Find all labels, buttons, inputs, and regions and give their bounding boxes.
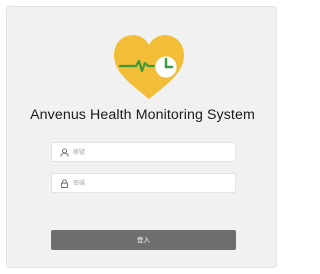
user-icon — [59, 147, 69, 157]
username-field[interactable] — [51, 142, 236, 162]
login-page: Anvenus Health Monitoring System 登入 — [0, 0, 283, 274]
username-input[interactable] — [73, 145, 233, 159]
login-button[interactable]: 登入 — [51, 230, 236, 250]
heart-clock-logo-icon — [114, 35, 184, 99]
login-card: Anvenus Health Monitoring System 登入 — [6, 6, 277, 268]
lock-icon — [59, 178, 69, 188]
password-field[interactable] — [51, 173, 236, 193]
password-input[interactable] — [73, 176, 233, 190]
app-title: Anvenus Health Monitoring System — [30, 107, 255, 123]
